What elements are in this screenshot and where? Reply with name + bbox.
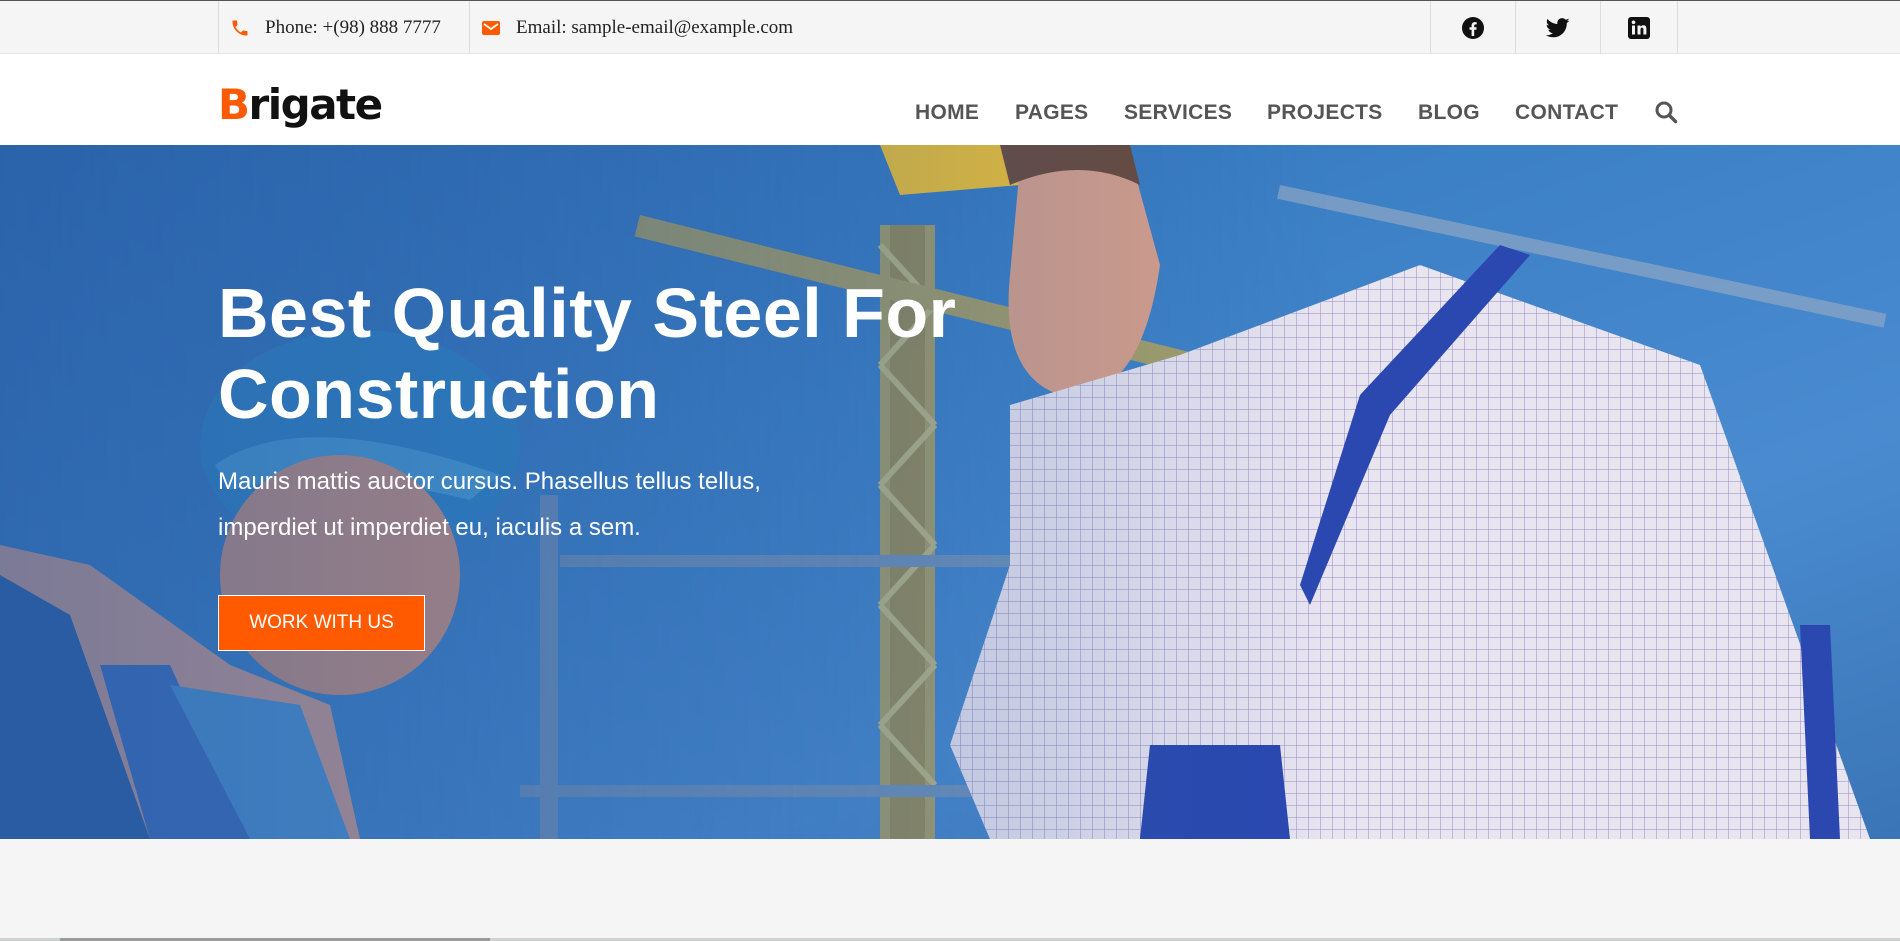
envelope-icon bbox=[480, 17, 502, 39]
work-with-us-button[interactable]: WORK WITH US bbox=[218, 595, 425, 651]
facebook-link[interactable] bbox=[1430, 1, 1515, 54]
email-text: Email: sample-email@example.com bbox=[516, 16, 794, 38]
top-bar: Phone: +(98) 888 7777 Email: sample-emai… bbox=[0, 0, 1900, 54]
twitter-icon bbox=[1546, 17, 1570, 37]
hero-banner: Best Quality Steel For Construction Maur… bbox=[0, 145, 1900, 839]
linkedin-icon bbox=[1628, 16, 1650, 39]
nav-home[interactable]: HOME bbox=[915, 101, 979, 125]
phone-text: Phone: +(98) 888 7777 bbox=[265, 16, 441, 38]
topbar-phone[interactable]: Phone: +(98) 888 7777 bbox=[218, 1, 470, 54]
facebook-icon bbox=[1462, 16, 1484, 39]
nav-contact[interactable]: CONTACT bbox=[1515, 101, 1618, 125]
nav-pages[interactable]: PAGES bbox=[1015, 101, 1088, 125]
linkedin-link[interactable] bbox=[1600, 1, 1678, 54]
twitter-link[interactable] bbox=[1515, 1, 1600, 54]
main-nav: HOME PAGES SERVICES PROJECTS BLOG CONTAC… bbox=[0, 101, 1900, 131]
nav-projects[interactable]: PROJECTS bbox=[1267, 101, 1383, 125]
phone-icon bbox=[229, 17, 251, 39]
search-icon[interactable] bbox=[1654, 100, 1678, 124]
site-header: Brigate HOME PAGES SERVICES PROJECTS BLO… bbox=[0, 54, 1900, 145]
nav-services[interactable]: SERVICES bbox=[1124, 101, 1232, 125]
nav-blog[interactable]: BLOG bbox=[1418, 101, 1480, 125]
topbar-email[interactable]: Email: sample-email@example.com bbox=[469, 1, 819, 54]
hero-subtitle: Mauris mattis auctor cursus. Phasellus t… bbox=[218, 468, 761, 541]
content-section bbox=[0, 839, 1900, 941]
hero-title: Best Quality Steel For Construction bbox=[218, 274, 957, 433]
